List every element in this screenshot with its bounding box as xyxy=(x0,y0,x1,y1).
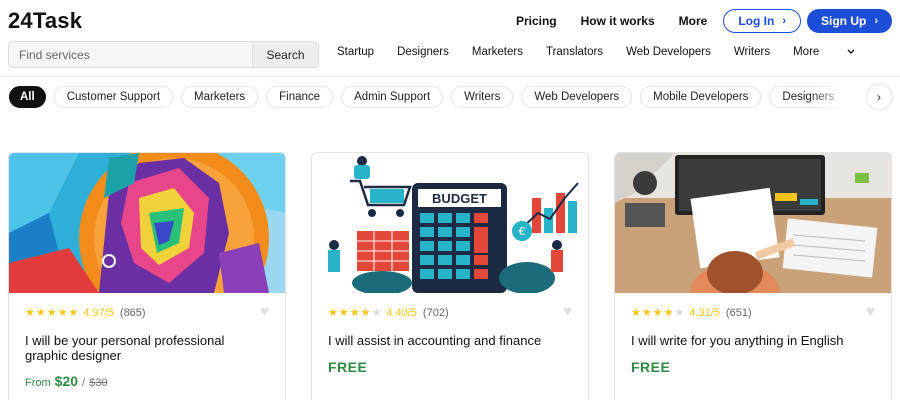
budget-label: BUDGET xyxy=(432,191,487,206)
category-more-dropdown[interactable]: More xyxy=(793,46,855,58)
category-startup-link[interactable]: Startup xyxy=(337,46,374,58)
search-bar: Search xyxy=(8,41,319,68)
chips-fade-overlay xyxy=(810,84,860,110)
category-designers-link[interactable]: Designers xyxy=(397,46,449,58)
chevron-right-icon: › xyxy=(782,14,786,27)
login-button-label: Log In xyxy=(738,14,775,28)
card-price-free: FREE xyxy=(328,359,368,375)
chevron-right-icon: › xyxy=(874,14,878,27)
heart-icon[interactable]: ♥ xyxy=(260,303,269,320)
chevron-right-icon: › xyxy=(877,90,881,104)
rating-count: (651) xyxy=(725,306,752,319)
category-web-developers-link[interactable]: Web Developers xyxy=(626,46,711,58)
card-image-budget: BUDGET € xyxy=(312,153,588,293)
price-prefix: From xyxy=(25,377,51,389)
chip-finance[interactable]: Finance xyxy=(266,86,334,108)
star-rating-icon: ★★★★★ xyxy=(25,307,80,319)
card-rating: ★★★★★ 4.31/5 (651) xyxy=(631,306,752,320)
star-rating-icon: ★★★★★ xyxy=(631,307,686,319)
heart-icon[interactable]: ♥ xyxy=(563,303,572,320)
category-translators-link[interactable]: Translators xyxy=(546,46,603,58)
search-button[interactable]: Search xyxy=(252,42,318,67)
card-rating: ★★★★★ 4.97/5 (865) xyxy=(25,306,146,320)
chevron-down-icon xyxy=(847,49,855,54)
price-separator: / xyxy=(82,377,86,389)
rating-score: 4.40/5 xyxy=(386,306,417,319)
card-price: From $20 / $30 xyxy=(25,373,107,389)
rating-score: 4.31/5 xyxy=(689,306,720,319)
card-title[interactable]: I will be your personal professional gra… xyxy=(25,333,265,363)
heart-icon[interactable]: ♥ xyxy=(866,303,875,320)
service-card[interactable]: ★★★★★ 4.97/5 (865) ♥ I will be your pers… xyxy=(8,152,286,400)
chip-writers[interactable]: Writers xyxy=(451,86,514,108)
brand-logo[interactable]: 24Task xyxy=(8,8,82,34)
category-writers-link[interactable]: Writers xyxy=(734,46,770,58)
price-current: $20 xyxy=(54,373,79,389)
card-title[interactable]: I will write for you anything in English xyxy=(631,333,871,348)
price-old: $30 xyxy=(89,377,108,389)
filter-chips: All Customer Support Marketers Finance A… xyxy=(9,86,844,108)
chip-web-developers[interactable]: Web Developers xyxy=(521,86,633,108)
top-navigation: Pricing How it works More Log In › Sign … xyxy=(516,9,892,33)
login-button[interactable]: Log In › xyxy=(723,9,801,33)
category-more-label: More xyxy=(793,46,820,58)
header-divider xyxy=(0,76,900,77)
card-rating: ★★★★★ 4.40/5 (702) xyxy=(328,306,449,320)
signup-button-label: Sign Up xyxy=(821,14,867,28)
card-price-free: FREE xyxy=(631,359,671,375)
signup-button[interactable]: Sign Up › xyxy=(807,9,892,33)
chip-customer-support[interactable]: Customer Support xyxy=(53,86,174,108)
category-marketers-link[interactable]: Marketers xyxy=(472,46,523,58)
nav-more-link[interactable]: More xyxy=(679,14,708,28)
chip-admin-support[interactable]: Admin Support xyxy=(341,86,444,108)
card-title[interactable]: I will assist in accounting and finance xyxy=(328,333,568,348)
nav-pricing-link[interactable]: Pricing xyxy=(516,14,557,28)
chip-mobile-developers[interactable]: Mobile Developers xyxy=(640,86,762,108)
svg-text:€: € xyxy=(519,225,526,238)
search-input[interactable] xyxy=(9,42,252,67)
service-card[interactable]: BUDGET € ★★★★★ 4.40/5 (702) ♥ I will ass… xyxy=(311,152,589,400)
rating-count: (865) xyxy=(119,306,146,319)
chip-all[interactable]: All xyxy=(9,86,46,108)
star-rating-icon: ★★★★★ xyxy=(328,307,383,319)
category-navigation: Startup Designers Marketers Translators … xyxy=(337,46,878,58)
card-image-desk xyxy=(615,153,891,293)
chips-scroll-right-button[interactable]: › xyxy=(867,85,891,109)
rating-score: 4.97/5 xyxy=(83,306,114,319)
rating-count: (702) xyxy=(422,306,449,319)
nav-how-it-works-link[interactable]: How it works xyxy=(581,14,655,28)
chip-marketers[interactable]: Marketers xyxy=(181,86,259,108)
card-image-portrait xyxy=(9,153,285,293)
service-card[interactable]: ★★★★★ 4.31/5 (651) ♥ I will write for yo… xyxy=(614,152,892,400)
